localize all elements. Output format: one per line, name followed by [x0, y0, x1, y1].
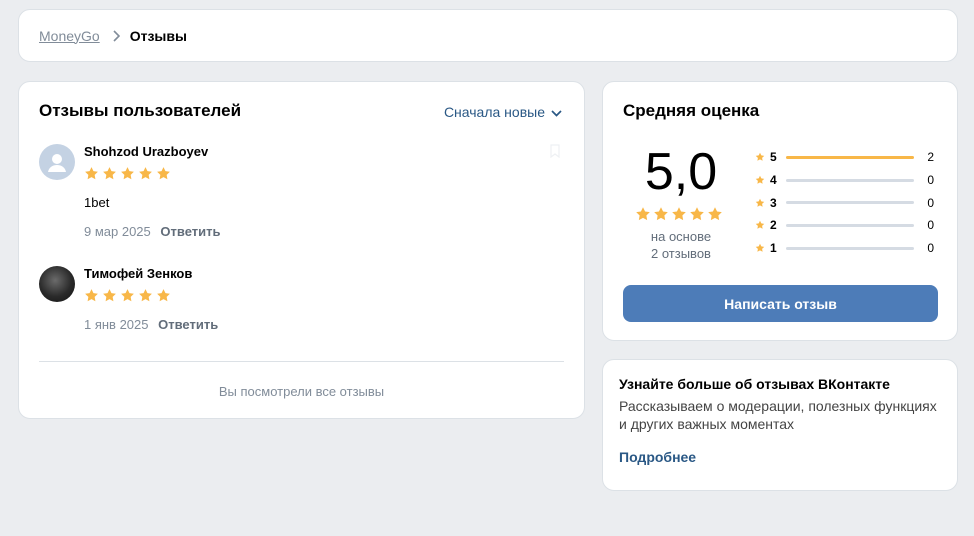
reviews-card: Отзывы пользователей Сначала новые Shohz… — [18, 81, 585, 419]
info-text: Рассказываем о модерации, полезных функц… — [619, 398, 937, 432]
distribution-bar — [786, 223, 914, 227]
distribution-row: 40 — [755, 169, 945, 192]
breadcrumb-current: Отзывы — [129, 27, 187, 44]
distribution-stars-label: 5 — [770, 150, 777, 165]
distribution-stars-label: 1 — [770, 241, 777, 256]
distribution-bar — [786, 155, 914, 159]
star-icon — [157, 167, 170, 180]
sort-label: Сначала новые — [443, 104, 545, 120]
distribution-row: 10 — [755, 237, 945, 260]
distribution-bar — [786, 201, 914, 205]
star-icon — [103, 167, 116, 180]
reply-button[interactable]: Ответить — [158, 317, 218, 332]
user-placeholder-icon — [48, 154, 66, 172]
write-review-button[interactable]: Написать отзыв — [623, 285, 938, 322]
star-icon — [85, 167, 98, 180]
distribution-stars-label: 3 — [770, 195, 777, 210]
distribution-row: 52 — [755, 146, 945, 169]
star-icon — [690, 207, 704, 221]
star-icon — [654, 207, 668, 221]
review-author[interactable]: Shohzod Urazboyev — [84, 144, 220, 159]
review-rating-stars — [84, 166, 220, 181]
review-text: 1bet — [84, 195, 110, 210]
distribution-stars-label: 4 — [770, 173, 777, 188]
average-rating-card: Средняя оценка 5,0 на основе 2 отзывов 5… — [602, 81, 958, 341]
avatar[interactable] — [39, 266, 75, 302]
star-icon — [85, 289, 98, 302]
distribution-count: 0 — [927, 195, 934, 210]
star-icon — [755, 175, 765, 184]
star-icon — [755, 198, 765, 207]
review-date: 9 мар 2025 — [84, 224, 151, 239]
average-rating-stars — [635, 206, 723, 222]
info-card: Узнайте больше об отзывах ВКонтакте Расс… — [602, 359, 958, 491]
chevron-down-icon — [551, 104, 562, 120]
star-icon — [755, 221, 765, 230]
review-author[interactable]: Тимофей Зенков — [84, 266, 218, 281]
reviews-title: Отзывы пользователей — [39, 101, 242, 120]
sort-dropdown[interactable]: Сначала новые — [444, 104, 562, 120]
basis-line-1: на основе — [650, 229, 712, 244]
distribution-stars-label: 2 — [770, 218, 777, 233]
distribution-count: 0 — [927, 218, 934, 233]
review-date: 1 янв 2025 — [84, 317, 149, 332]
star-icon — [103, 289, 116, 302]
distribution-bar — [786, 246, 914, 250]
learn-more-link[interactable]: Подробнее — [619, 449, 696, 465]
reply-button[interactable]: Ответить — [160, 224, 220, 239]
star-icon — [708, 207, 722, 221]
distribution-row: 30 — [755, 191, 945, 214]
star-icon — [121, 289, 134, 302]
breadcrumb: MoneyGo Отзывы — [18, 9, 958, 62]
breadcrumb-link-moneygo[interactable]: MoneyGo — [39, 28, 100, 44]
distribution-bar-fill — [786, 155, 914, 159]
distribution-count: 0 — [927, 241, 934, 256]
info-title: Узнайте больше об отзывах ВКонтакте — [619, 376, 890, 392]
chevron-right-icon — [112, 29, 120, 42]
average-title: Средняя оценка — [623, 101, 760, 120]
star-icon — [672, 207, 686, 221]
star-icon — [157, 289, 170, 302]
star-icon — [755, 153, 765, 162]
distribution-bar — [786, 178, 914, 182]
divider — [39, 361, 564, 362]
rating-distribution: 5240302010 — [755, 146, 945, 259]
distribution-row: 20 — [755, 214, 945, 237]
basis-line-2: 2 отзывов — [651, 246, 711, 261]
bookmark-icon[interactable] — [548, 144, 562, 158]
average-basis: на основе 2 отзывов — [623, 228, 739, 262]
review-rating-stars — [84, 288, 218, 303]
star-icon — [139, 289, 152, 302]
average-score: 5,0 — [644, 143, 718, 201]
star-icon — [121, 167, 134, 180]
star-icon — [755, 243, 765, 252]
star-icon — [636, 207, 650, 221]
distribution-count: 0 — [927, 173, 934, 188]
avatar[interactable] — [39, 144, 75, 180]
distribution-count: 2 — [927, 150, 934, 165]
all-reviews-seen-text: Вы посмотрели все отзывы — [218, 384, 385, 399]
star-icon — [139, 167, 152, 180]
